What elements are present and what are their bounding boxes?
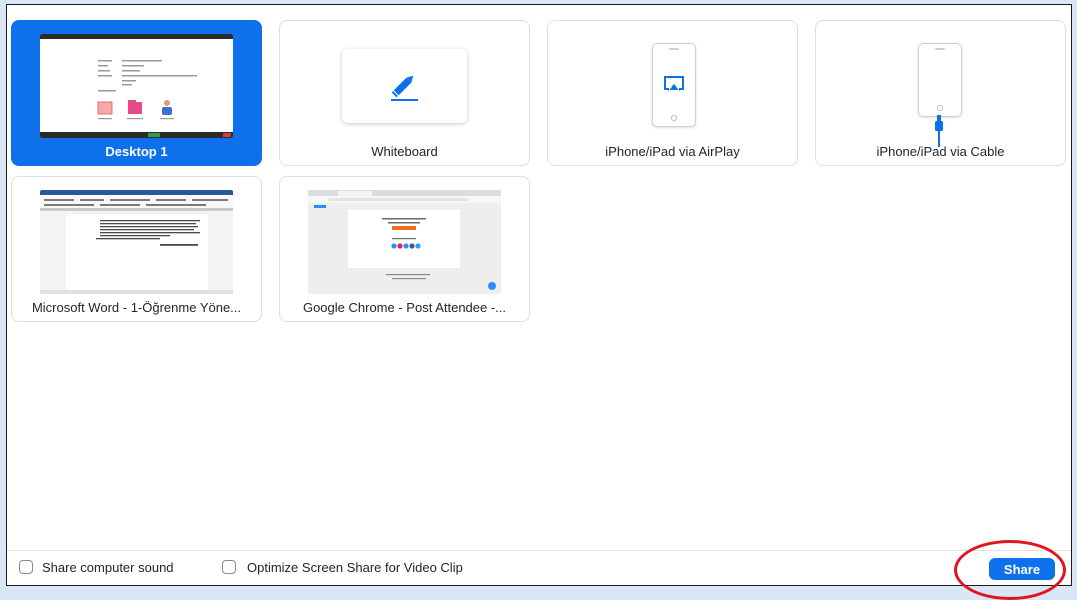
tile-desktop-1[interactable]: Desktop 1 xyxy=(11,20,262,166)
lightning-cable-icon xyxy=(935,115,943,147)
whiteboard-preview xyxy=(342,49,467,123)
optimize-video-label[interactable]: Optimize Screen Share for Video Clip xyxy=(247,560,463,575)
desktop-thumbnail xyxy=(40,34,233,138)
tile-google-chrome[interactable]: Google Chrome - Post Attendee -... xyxy=(279,176,530,322)
chrome-thumbnail xyxy=(308,190,501,294)
tile-label: Desktop 1 xyxy=(105,144,168,159)
word-thumbnail xyxy=(40,190,233,294)
airplay-icon xyxy=(664,76,684,91)
tile-label: iPhone/iPad via Cable xyxy=(876,144,1005,159)
share-computer-sound-label[interactable]: Share computer sound xyxy=(42,560,174,575)
tile-microsoft-word[interactable]: Microsoft Word - 1-Öğrenme Yöne... xyxy=(11,176,262,322)
tile-whiteboard[interactable]: Whiteboard xyxy=(279,20,530,166)
tile-label: iPhone/iPad via AirPlay xyxy=(605,144,740,159)
phone-preview xyxy=(652,43,696,127)
tile-iphone-cable[interactable]: iPhone/iPad via Cable xyxy=(815,20,1066,166)
tile-label: Whiteboard xyxy=(371,144,438,159)
share-button[interactable]: Share xyxy=(989,558,1055,580)
phone-preview xyxy=(918,43,962,117)
share-screen-window: Desktop 1 Whiteboard iPhone/iPad via Air… xyxy=(6,4,1072,586)
tile-iphone-airplay[interactable]: iPhone/iPad via AirPlay xyxy=(547,20,798,166)
bottom-bar: Share computer sound Optimize Screen Sha… xyxy=(7,550,1071,585)
share-computer-sound-checkbox[interactable] xyxy=(19,560,33,574)
pencil-icon xyxy=(391,75,418,101)
tile-label: Google Chrome - Post Attendee -... xyxy=(302,300,507,315)
tile-label: Microsoft Word - 1-Öğrenme Yöne... xyxy=(31,300,242,315)
optimize-video-checkbox[interactable] xyxy=(222,560,236,574)
